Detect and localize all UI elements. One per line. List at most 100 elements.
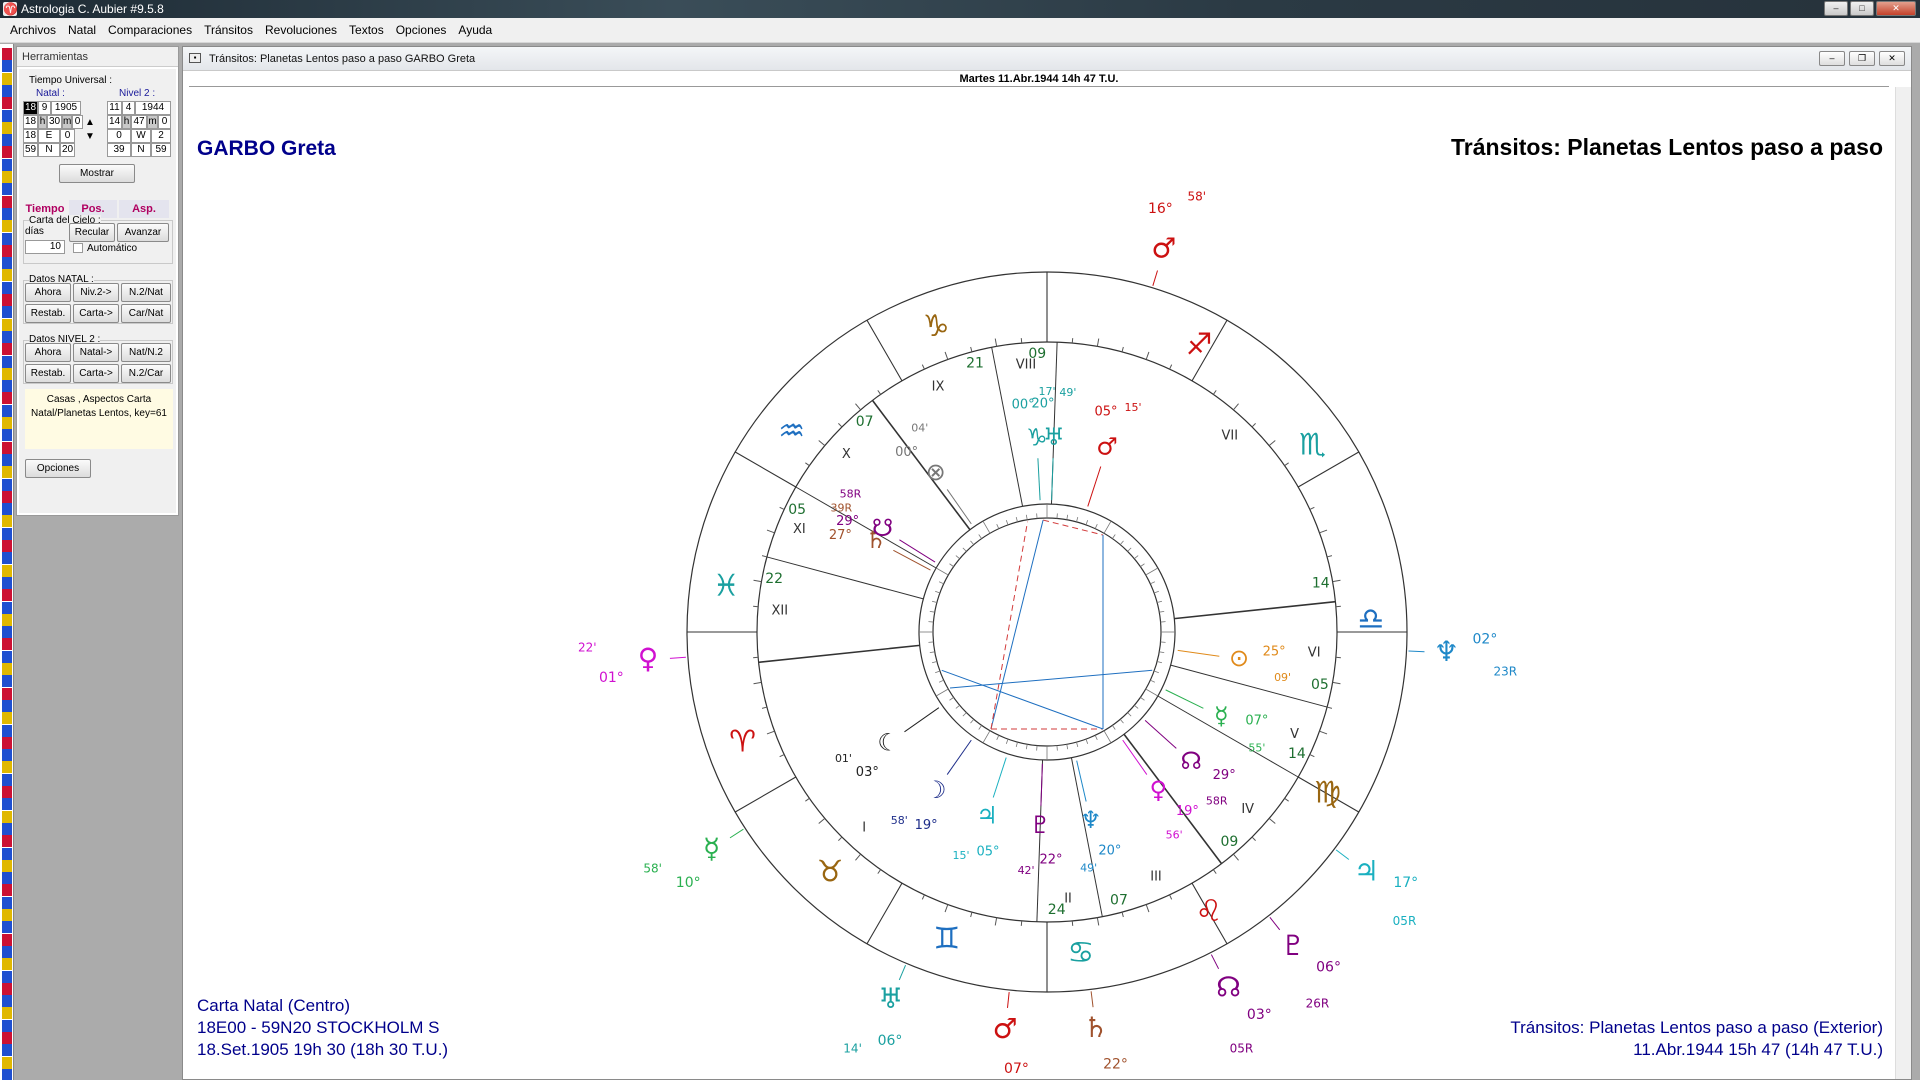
spin-up-icon[interactable]: ▲ <box>85 117 95 128</box>
n2-carta-button[interactable]: Carta-> <box>73 364 119 383</box>
menu-natal[interactable]: Natal <box>62 23 102 37</box>
n2-hour[interactable]: 14 <box>107 115 122 129</box>
natal-lon-deg[interactable]: 18 <box>23 129 38 143</box>
n2-lat-dir[interactable]: N <box>131 143 151 157</box>
menu-transitos[interactable]: Tránsitos <box>198 23 259 37</box>
color-swatch[interactable] <box>2 970 12 983</box>
color-swatch[interactable] <box>2 798 12 811</box>
color-swatch[interactable] <box>2 121 12 134</box>
color-swatch[interactable] <box>2 429 12 442</box>
color-swatch[interactable] <box>2 552 12 565</box>
natal-carta-button[interactable]: Carta-> <box>73 304 119 323</box>
color-swatch[interactable] <box>2 257 12 270</box>
n2-minute[interactable]: 47 <box>131 115 147 129</box>
color-swatch[interactable] <box>2 355 12 368</box>
color-swatch[interactable] <box>2 859 12 872</box>
color-swatch[interactable] <box>2 207 12 220</box>
dias-input[interactable]: 10 <box>25 240 65 254</box>
color-swatch[interactable] <box>2 896 12 909</box>
color-swatch[interactable] <box>2 195 12 208</box>
minimize-icon[interactable]: – <box>1819 51 1845 66</box>
color-swatch[interactable] <box>2 318 12 331</box>
menu-textos[interactable]: Textos <box>343 23 390 37</box>
color-swatch[interactable] <box>2 945 12 958</box>
color-swatch[interactable] <box>2 220 12 233</box>
color-swatch[interactable] <box>2 540 12 552</box>
color-swatch[interactable] <box>2 294 12 306</box>
color-swatch[interactable] <box>2 822 12 835</box>
n2-n2car-button[interactable]: N.2/Car <box>121 364 171 383</box>
color-swatch[interactable] <box>2 736 12 749</box>
color-swatch[interactable] <box>2 872 12 885</box>
color-swatch[interactable] <box>2 392 12 405</box>
color-swatch[interactable] <box>2 72 12 85</box>
maximize-icon[interactable]: □ <box>1850 1 1874 16</box>
color-swatch[interactable] <box>2 60 12 73</box>
color-swatch[interactable] <box>2 958 12 971</box>
color-swatch[interactable] <box>2 466 12 479</box>
color-swatch[interactable] <box>2 367 12 380</box>
n2-natal-button[interactable]: Natal-> <box>73 343 119 362</box>
n2-restab-button[interactable]: Restab. <box>25 364 71 383</box>
color-swatch[interactable] <box>2 576 12 589</box>
color-swatch[interactable] <box>2 699 12 712</box>
color-swatch[interactable] <box>2 84 12 97</box>
color-swatch[interactable] <box>2 490 12 503</box>
automatico-checkbox[interactable] <box>73 243 83 253</box>
color-swatch[interactable] <box>2 564 12 577</box>
natal-niv2-button[interactable]: Niv.2-> <box>73 283 119 302</box>
tab-asp[interactable]: Asp. <box>119 200 169 218</box>
color-swatch[interactable] <box>2 995 12 1008</box>
color-swatch[interactable] <box>2 982 12 995</box>
natal-minute[interactable]: 30 <box>47 115 62 129</box>
spin-down-icon[interactable]: ▼ <box>85 131 95 142</box>
natal-restab-button[interactable]: Restab. <box>25 304 71 323</box>
color-swatch[interactable] <box>2 97 12 110</box>
color-swatch[interactable] <box>2 269 12 282</box>
color-swatch[interactable] <box>2 158 12 171</box>
color-swatch[interactable] <box>2 1032 12 1044</box>
vertical-scrollbar[interactable] <box>1895 87 1911 1079</box>
color-swatch[interactable] <box>2 909 12 921</box>
menu-archivos[interactable]: Archivos <box>4 23 62 37</box>
n2-year[interactable]: 1944 <box>135 101 171 115</box>
n2-ahora-button[interactable]: Ahora <box>25 343 71 362</box>
color-swatch[interactable] <box>2 417 12 429</box>
n2-lat-min[interactable]: 59 <box>151 143 171 157</box>
mostrar-button[interactable]: Mostrar <box>59 164 135 183</box>
natal-lon-dir[interactable]: E <box>38 129 60 143</box>
avanzar-button[interactable]: Avanzar <box>117 223 169 242</box>
close-icon[interactable]: ✕ <box>1879 51 1905 66</box>
color-swatch[interactable] <box>2 921 12 934</box>
natal-lat-dir[interactable]: N <box>38 143 60 157</box>
n2-lat-deg[interactable]: 39 <box>107 143 131 157</box>
color-swatch[interactable] <box>2 1068 12 1080</box>
color-swatch[interactable] <box>2 810 12 823</box>
natal-month[interactable]: 9 <box>38 101 51 115</box>
menu-opciones[interactable]: Opciones <box>390 23 453 37</box>
menu-ayuda[interactable]: Ayuda <box>452 23 498 37</box>
color-swatch[interactable] <box>2 244 12 257</box>
color-swatch[interactable] <box>2 626 12 639</box>
color-swatch[interactable] <box>2 1044 12 1057</box>
close-icon[interactable]: ✕ <box>1876 1 1916 16</box>
color-swatch[interactable] <box>2 1056 12 1069</box>
color-swatch[interactable] <box>2 687 12 700</box>
color-swatch[interactable] <box>2 761 12 774</box>
color-swatch[interactable] <box>2 48 12 60</box>
color-swatch[interactable] <box>2 146 12 159</box>
natal-ahora-button[interactable]: Ahora <box>25 283 71 302</box>
color-swatch[interactable] <box>2 232 12 245</box>
n2-natn2-button[interactable]: Nat/N.2 <box>121 343 171 362</box>
color-swatch[interactable] <box>2 773 12 786</box>
color-swatch[interactable] <box>2 786 12 798</box>
color-swatch[interactable] <box>2 343 12 356</box>
color-swatch[interactable] <box>2 404 12 417</box>
n2-lon-min[interactable]: 2 <box>151 129 171 143</box>
natal-day[interactable]: 18 <box>23 101 38 115</box>
n2-month[interactable]: 4 <box>122 101 135 115</box>
natal-n2nat-button[interactable]: N.2/Nat <box>121 283 171 302</box>
natal-lat-min[interactable]: 20 <box>60 143 75 157</box>
color-swatch[interactable] <box>2 601 12 614</box>
color-swatch[interactable] <box>2 933 12 946</box>
